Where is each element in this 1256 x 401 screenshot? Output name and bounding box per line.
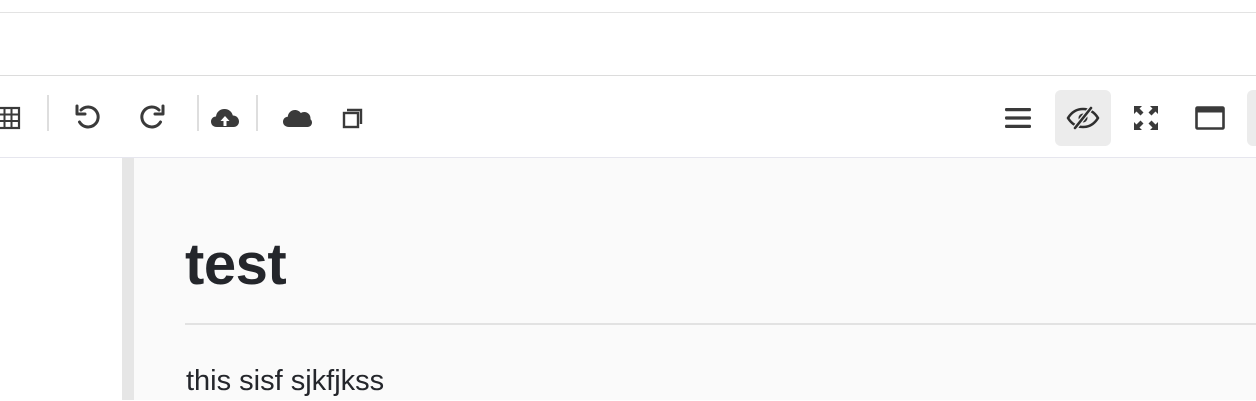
- cloud-icon: [282, 107, 312, 129]
- copy-button[interactable]: [325, 90, 381, 146]
- window-button[interactable]: [1182, 90, 1238, 146]
- preview-toggle-button[interactable]: [1055, 90, 1111, 146]
- editor-toolbar: [0, 77, 1256, 158]
- cloud-upload-icon: [210, 105, 240, 131]
- undo-button[interactable]: [60, 90, 116, 146]
- fullscreen-button[interactable]: [1118, 90, 1174, 146]
- table-icon: [0, 105, 21, 131]
- menu-button[interactable]: [990, 90, 1046, 146]
- redo-icon: [137, 103, 167, 133]
- editor-area: test this sisf sjkfjkss: [0, 158, 1256, 400]
- fullscreen-icon: [1132, 104, 1160, 132]
- preview-pane: test this sisf sjkfjkss: [134, 158, 1256, 400]
- menu-icon: [1004, 106, 1032, 130]
- redo-button[interactable]: [124, 90, 180, 146]
- heading-rule: [185, 323, 1256, 325]
- document-title: test: [185, 232, 287, 297]
- cloud-upload-button[interactable]: [197, 90, 253, 146]
- eye-slash-icon: [1066, 105, 1100, 131]
- top-bar: [0, 0, 1256, 13]
- copy-icon: [340, 105, 366, 131]
- toolbar-separator: [256, 95, 258, 131]
- undo-icon: [73, 103, 103, 133]
- cloud-button[interactable]: [269, 90, 325, 146]
- document-paragraph: this sisf sjkfjkss: [186, 365, 385, 397]
- overflow-button[interactable]: [1247, 90, 1256, 146]
- toolbar-separator: [47, 95, 49, 131]
- window-icon: [1195, 105, 1225, 131]
- title-area[interactable]: [0, 13, 1256, 76]
- pane-divider[interactable]: [122, 158, 134, 400]
- table-button[interactable]: [0, 90, 36, 146]
